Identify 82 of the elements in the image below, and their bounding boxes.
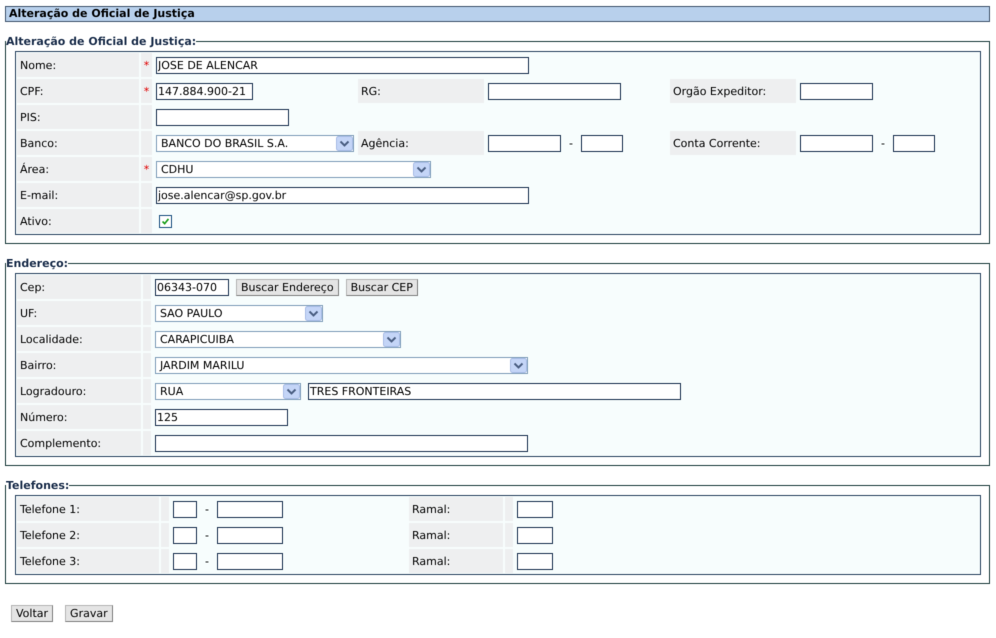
input-field[interactable] [216,526,283,544]
button[interactable]: Voltar [11,605,54,622]
dropdown[interactable]: CARAPICUIBA [155,330,401,348]
input-field[interactable] [517,526,553,544]
field-label: Nome: [20,58,56,72]
cell-background [141,209,152,233]
required-mark: * [144,58,150,72]
field-label: Conta Corrente: [673,136,760,150]
field-label: Logradouro: [20,384,86,398]
field-label: PIS: [20,110,41,124]
input-field[interactable]: jose.alencar@sp.gov.br [156,186,529,204]
field-label: Telefone 2: [20,528,80,542]
checkbox[interactable] [159,214,172,228]
field-label: Número: [20,410,68,424]
dropdown[interactable]: RUA [155,382,301,400]
cell-background [505,549,513,573]
cell-background [505,497,513,521]
dropdown[interactable]: BANCO DO BRASIL S.A. [156,134,354,152]
input-field[interactable] [488,134,561,152]
input-field[interactable] [580,134,623,152]
input-field[interactable]: 06343-070 [155,278,229,296]
field-label: Bairro: [20,358,56,372]
field-label: E-mail: [20,188,58,202]
section-legend: Alteração de Oficial de Justiça: [6,35,196,48]
input-field[interactable] [173,526,197,544]
chevron-down-icon [383,332,400,346]
field-label: Telefone 1: [20,502,80,516]
required-mark: * [144,162,150,176]
button[interactable]: Buscar Endereço [236,278,339,296]
field-label: Ativo: [20,214,52,228]
field-label: Banco: [20,136,58,150]
cell-background [143,431,151,455]
field-label: Ramal: [412,502,450,516]
separator-dash: - [204,502,210,516]
input-field[interactable]: 125 [155,408,288,426]
input-field[interactable]: TRES FRONTEIRAS [308,382,681,400]
field-label: Área: [20,162,50,176]
field-label: RG: [361,84,381,98]
input-field[interactable] [517,500,553,518]
input-field[interactable] [800,134,873,152]
required-mark: * [144,84,150,98]
input-field[interactable] [892,134,935,152]
dropdown[interactable]: CDHU [156,160,431,178]
field-label: Cep: [20,280,46,294]
input-field[interactable] [488,82,621,100]
field-label: UF: [20,306,38,320]
input-field[interactable] [156,108,289,126]
cell-background [161,549,169,573]
chevron-down-icon [336,136,353,150]
separator-dash: - [568,136,574,150]
field-label: Ramal: [412,554,450,568]
dropdown[interactable]: SAO PAULO [155,304,323,322]
separator-dash: - [880,136,886,150]
field-label: Ramal: [412,528,450,542]
input-field[interactable] [216,552,283,570]
input-field[interactable] [517,552,553,570]
field-label: Localidade: [20,332,83,346]
input-field[interactable] [216,500,283,518]
chevron-down-icon [283,384,300,398]
section-legend: Telefones: [6,479,70,492]
dropdown[interactable]: JARDIM MARILU [155,356,528,374]
field-label: Agência: [361,136,409,150]
section-legend: Endereço: [6,257,68,270]
cell-background [161,497,169,521]
input-field[interactable] [173,500,197,518]
input-field[interactable] [173,552,197,570]
field-label: Complemento: [20,436,102,450]
separator-dash: - [204,528,210,542]
button[interactable]: Gravar [65,605,113,622]
field-label: CPF: [20,84,44,98]
input-field[interactable] [155,434,528,452]
chevron-down-icon [305,306,322,320]
button[interactable]: Buscar CEP [346,278,418,296]
chevron-down-icon [510,358,527,372]
input-field[interactable]: 147.884.900-21 [156,82,253,100]
input-field[interactable] [800,82,873,100]
cell-background [143,275,151,299]
chevron-down-icon [413,162,430,176]
field-label: Orgão Expeditor: [673,84,766,98]
separator-dash: - [204,554,210,568]
page-title: Alteração de Oficial de Justiça [5,6,990,22]
field-label: Telefone 3: [20,554,80,568]
